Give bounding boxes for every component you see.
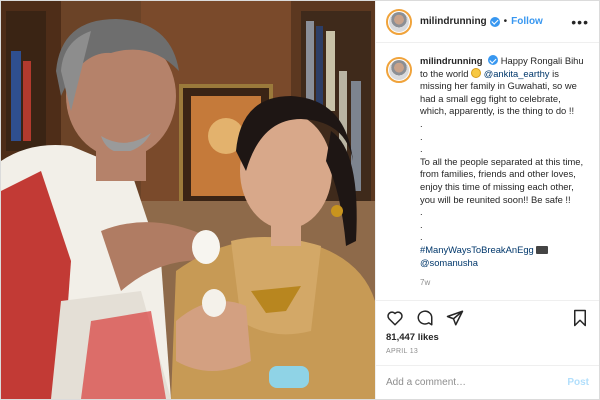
heart-icon[interactable]	[386, 309, 404, 327]
comment-input[interactable]	[386, 377, 568, 388]
smile-emoji-icon	[471, 67, 482, 78]
mention-link[interactable]: @ankita_earthy	[484, 68, 550, 79]
caption-paragraph-2: To all the people separated at this time…	[420, 155, 584, 205]
post-header: milindrunning • Follow •••	[376, 1, 599, 43]
post-side-panel: milindrunning • Follow ••• milindrunning…	[375, 1, 599, 399]
post-age[interactable]: 7w	[420, 277, 589, 290]
username-link[interactable]: milindrunning	[420, 16, 487, 27]
verified-badge-icon	[488, 55, 499, 65]
caption-dot-line: .	[420, 218, 423, 230]
caption-avatar[interactable]	[386, 57, 412, 83]
separator-dot: •	[503, 16, 508, 27]
camera-emoji-icon	[536, 245, 549, 254]
add-comment-bar: Post	[376, 365, 599, 399]
mention-line: @somanusha	[420, 257, 589, 270]
caption-dot-line: .	[420, 130, 423, 142]
avatar-image	[389, 11, 409, 32]
instagram-post: milindrunning • Follow ••• milindrunning…	[0, 0, 600, 400]
avatar-image	[389, 60, 409, 80]
avatar[interactable]	[386, 8, 412, 35]
action-bar	[376, 300, 599, 334]
follow-button[interactable]: Follow	[511, 16, 543, 27]
share-icon[interactable]	[446, 309, 464, 327]
bookmark-icon[interactable]	[571, 309, 589, 327]
post-date: APRIL 13	[386, 348, 419, 355]
mention-link[interactable]: @somanusha	[420, 257, 478, 268]
verified-badge-icon	[489, 16, 500, 27]
post-photo-art	[1, 1, 375, 399]
hashtag-line: #ManyWaysToBreakAnEgg	[420, 244, 589, 257]
post-comment-button[interactable]: Post	[567, 377, 589, 388]
post-photo[interactable]	[1, 1, 375, 399]
hashtag-link[interactable]: #ManyWaysToBreakAnEgg	[420, 244, 534, 255]
caption: milindrunning Happy Rongali Bihu to the …	[420, 55, 589, 300]
comment-icon[interactable]	[416, 309, 434, 327]
caption-area: milindrunning Happy Rongali Bihu to the …	[376, 43, 599, 300]
caption-paragraph-1: milindrunning Happy Rongali Bihu to the …	[420, 55, 589, 118]
caption-dot-line: .	[420, 117, 423, 129]
caption-dot-line: .	[420, 206, 423, 218]
caption-dot-line: .	[420, 143, 423, 155]
like-count[interactable]: 81,447 likes	[376, 332, 599, 343]
caption-dot-line: .	[420, 231, 423, 243]
caption-username[interactable]: milindrunning	[420, 55, 483, 66]
more-options-icon[interactable]: •••	[571, 15, 589, 29]
